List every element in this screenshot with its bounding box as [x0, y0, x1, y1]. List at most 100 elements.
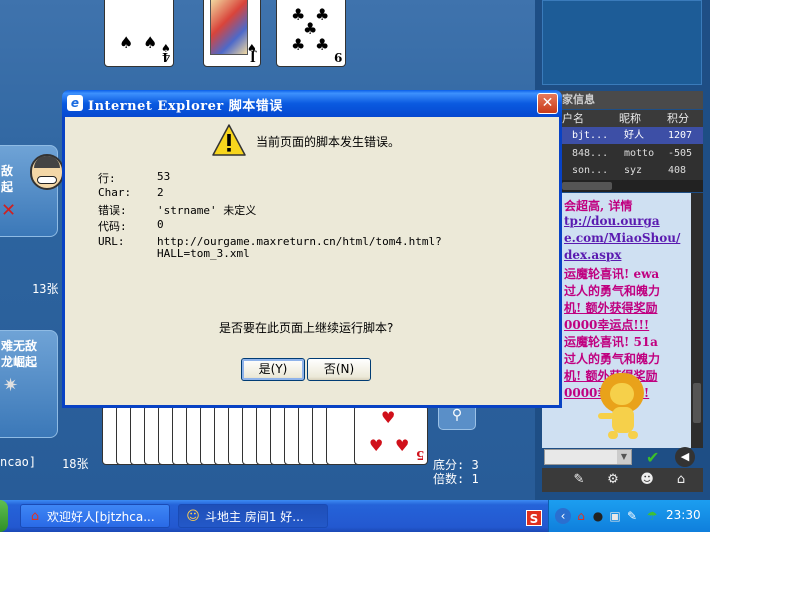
ad-panel	[542, 0, 702, 85]
row-score: 408	[668, 165, 687, 176]
game-face-icon: ☺	[186, 509, 200, 524]
left-player-panel-bottom: 难无敌 龙崛起 ✷	[0, 330, 58, 438]
table-row[interactable]: son... syz 408	[542, 162, 703, 179]
chat-line[interactable]: tp://dou.ourga	[564, 214, 660, 228]
table-row[interactable]: 848... motto -505	[542, 145, 703, 162]
spade-icon: ♠	[143, 33, 158, 52]
chat-line: 过人的勇气和魄力	[564, 284, 661, 298]
spade-icon: ♠	[119, 33, 134, 52]
dialog-message: 当前页面的脚本发生错误。	[256, 135, 401, 149]
row-nickname: motto	[624, 148, 655, 159]
clock[interactable]: 23:30	[666, 508, 701, 522]
player-label-line: 龙崛起	[1, 355, 38, 369]
table-header-row: 户名 昵称 积分	[542, 110, 703, 127]
users-icon[interactable]: ☻	[638, 471, 656, 489]
yes-button[interactable]: 是(Y)	[241, 358, 305, 381]
avatar-mouth-icon	[37, 176, 57, 184]
field-value: 2	[157, 186, 164, 199]
chevron-down-icon[interactable]: ▼	[617, 450, 631, 464]
spade-icon: ♠	[247, 42, 257, 55]
chat-input[interactable]: ▼	[544, 449, 632, 465]
chat-line[interactable]: 0000幸运点!!!	[564, 316, 649, 333]
chat-line: 过人的勇气和魄力	[564, 352, 661, 366]
desktop-screen: 4 ♠ ♠ ♠ J ♠ ♣ ♣ ♣ ♣ ♣ 9 敌 起 ✕ 13张 难无敌 龙崛…	[0, 0, 710, 532]
pencil-icon[interactable]: ✎	[570, 471, 588, 489]
chat-line[interactable]: 机! 额外获得奖励	[564, 299, 657, 316]
gear-icon[interactable]: ⚙	[604, 471, 622, 489]
umbrella-icon[interactable]: ☂	[644, 508, 660, 524]
lion-mascot-icon	[594, 373, 654, 443]
player-emblem-icon: ✕	[1, 200, 17, 221]
card-rank: 9	[333, 50, 342, 64]
taskbar: ⌂ 欢迎好人[bjtzhca... ☺ 斗地主 房间1 好... ‹ ⌂ ● ▣…	[0, 500, 710, 532]
heart-icon: ♥	[369, 436, 384, 455]
wrench-icon: ⚲	[451, 407, 463, 423]
no-button-label: 否(N)	[323, 362, 355, 376]
top-card-1: 4 ♠ ♠ ♠	[104, 0, 174, 67]
field-value: HALL=tom_3.xml	[157, 247, 250, 260]
club-icon: ♣	[291, 35, 306, 54]
column-header[interactable]: 昵称	[619, 110, 641, 127]
sogou-s-icon[interactable]: S	[526, 510, 542, 526]
dialog-title: Internet Explorer 脚本错误	[88, 99, 283, 114]
field-label: 代码:	[98, 220, 127, 233]
chat-vertical-scrollbar[interactable]	[691, 193, 703, 448]
taskbar-item-welcome[interactable]: ⌂ 欢迎好人[bjtzhca...	[20, 504, 170, 528]
player-label-line: 起	[1, 180, 14, 194]
left-player-card-count-top: 13张	[32, 282, 59, 296]
club-icon: ♣	[315, 35, 330, 54]
heart-icon: ♥	[395, 436, 410, 455]
no-button[interactable]: 否(N)	[307, 358, 371, 381]
row-score: 1207	[668, 130, 693, 141]
scroll-thumb[interactable]	[693, 383, 701, 423]
field-value: 0	[157, 218, 164, 231]
scroll-thumb[interactable]	[562, 182, 612, 190]
row-account: bjt...	[572, 130, 609, 141]
home-icon[interactable]: ⌂	[672, 471, 690, 489]
close-button[interactable]: ✕	[537, 93, 558, 114]
player-avatar[interactable]	[30, 154, 64, 190]
house-tray-icon[interactable]: ⌂	[573, 508, 589, 524]
chat-log[interactable]: 会超高, 详情 tp://dou.ourga e.com/MiaoShou/ d…	[542, 193, 703, 448]
multiplier: 倍数: 1	[433, 472, 479, 486]
player-hand[interactable]: R ♥ ♥ ♥ 5	[102, 405, 428, 465]
hand-card-last[interactable]: ♥ ♥ ♥ 5	[354, 405, 428, 465]
yes-button-label: 是(Y)	[258, 362, 288, 376]
chevron-left-icon[interactable]: ‹	[555, 508, 571, 524]
row-account: son...	[572, 165, 609, 176]
taskbar-item-label: 斗地主 房间1 好...	[205, 510, 304, 524]
row-nickname: 好人	[624, 130, 644, 141]
chat-line[interactable]: dex.aspx	[564, 248, 621, 262]
table-row[interactable]: bjt... 好人 1207	[542, 127, 703, 144]
top-card-2: J ♠	[203, 0, 261, 67]
dialog-titlebar[interactable]: e Internet Explorer 脚本错误 ✕	[62, 90, 562, 117]
base-score: 底分: 3	[433, 458, 479, 472]
house-icon: ⌂	[30, 509, 40, 524]
player-label-line: 敌	[1, 164, 14, 178]
penguin-icon[interactable]: ●	[590, 508, 606, 524]
ie-icon: e	[67, 95, 83, 111]
field-label: 错误:	[98, 204, 127, 217]
field-label: URL:	[98, 235, 125, 248]
chat-line[interactable]: e.com/MiaoShou/	[564, 231, 680, 245]
heart-icon: ♥	[381, 408, 396, 427]
network-icon[interactable]: ▣	[607, 508, 623, 524]
taskbar-item-label: 欢迎好人[bjtzhca...	[47, 510, 155, 524]
chat-line: 会超高, 详情	[564, 199, 633, 213]
field-value: 53	[157, 170, 171, 183]
player-info-header: 家信息	[542, 91, 703, 109]
jack-face-icon	[210, 0, 248, 55]
start-button[interactable]	[0, 500, 8, 532]
script-error-dialog: e Internet Explorer 脚本错误 ✕ 当前页面的脚本发生错误。 …	[62, 90, 562, 408]
speaker-icon[interactable]: ◀	[675, 447, 695, 467]
column-header[interactable]: 户名	[562, 110, 584, 127]
info-horizontal-scrollbar[interactable]	[542, 180, 703, 192]
chat-line: 运魔轮喜讯! ewa	[564, 267, 660, 281]
pen-tray-icon[interactable]: ✎	[624, 508, 640, 524]
column-header[interactable]: 积分	[667, 110, 689, 127]
left-player-card-count-bottom: 18张	[62, 457, 89, 471]
row-score: -505	[668, 148, 693, 159]
send-check-icon[interactable]: ✔	[646, 448, 666, 467]
dialog-question: 是否要在此页面上继续运行脚本?	[219, 321, 394, 335]
taskbar-item-game[interactable]: ☺ 斗地主 房间1 好...	[178, 504, 328, 528]
